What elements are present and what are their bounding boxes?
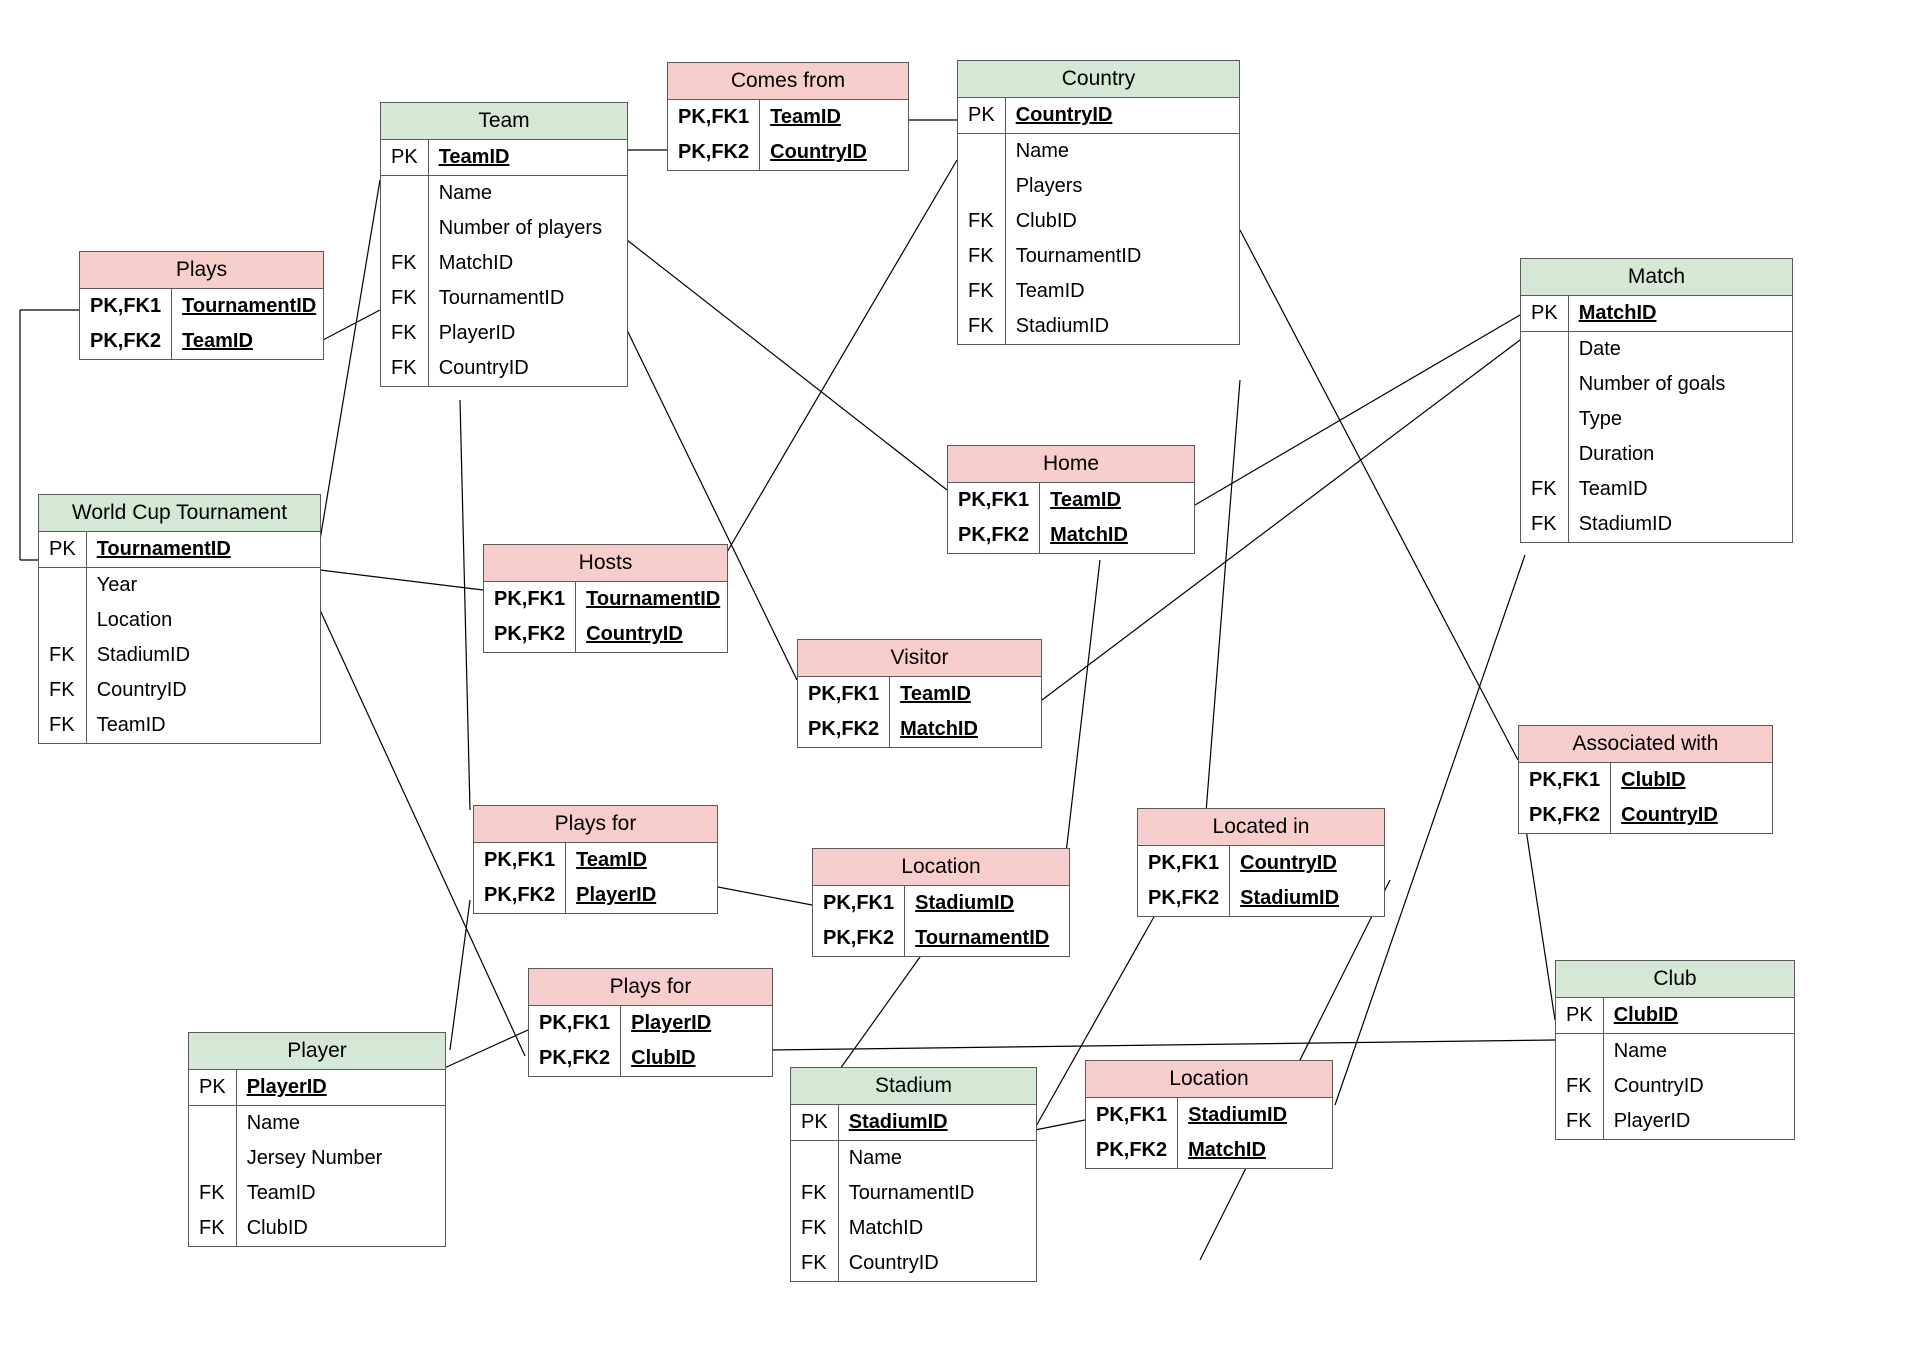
entity-title: Hosts bbox=[484, 545, 727, 582]
entity-title: Associated with bbox=[1519, 726, 1772, 763]
entity-title: Located in bbox=[1138, 809, 1384, 846]
entity-title: Team bbox=[381, 103, 627, 140]
entity-player: Player PKPlayerID Name Jersey Number FKT… bbox=[188, 1032, 446, 1247]
entity-title: Comes from bbox=[668, 63, 908, 100]
entity-hosts: Hosts PK,FK1TournamentID PK,FK2CountryID bbox=[483, 544, 728, 653]
entity-title: Location bbox=[813, 849, 1069, 886]
entity-team: Team PKTeamID Name Number of players FKM… bbox=[380, 102, 628, 387]
entity-title: Plays for bbox=[474, 806, 717, 843]
entity-location-match: Location PK,FK1StadiumID PK,FK2MatchID bbox=[1085, 1060, 1333, 1169]
entity-title: World Cup Tournament bbox=[39, 495, 320, 532]
entity-stadium: Stadium PKStadiumID Name FKTournamentID … bbox=[790, 1067, 1037, 1282]
entity-location-tournament: Location PK,FK1StadiumID PK,FK2Tournamen… bbox=[812, 848, 1070, 957]
entity-title: Location bbox=[1086, 1061, 1332, 1098]
entity-plays-for-club: Plays for PK,FK1PlayerID PK,FK2ClubID bbox=[528, 968, 773, 1077]
entity-title: Match bbox=[1521, 259, 1792, 296]
entity-comes-from: Comes from PK,FK1TeamID PK,FK2CountryID bbox=[667, 62, 909, 171]
entity-title: Home bbox=[948, 446, 1194, 483]
entity-title: Plays for bbox=[529, 969, 772, 1006]
entity-title: Visitor bbox=[798, 640, 1041, 677]
entity-home: Home PK,FK1TeamID PK,FK2MatchID bbox=[947, 445, 1195, 554]
entity-club: Club PKClubID Name FKCountryID FKPlayerI… bbox=[1555, 960, 1795, 1140]
entity-associated-with: Associated with PK,FK1ClubID PK,FK2Count… bbox=[1518, 725, 1773, 834]
entity-title: Club bbox=[1556, 961, 1794, 998]
entity-match: Match PKMatchID Date Number of goals Typ… bbox=[1520, 258, 1793, 543]
entity-visitor: Visitor PK,FK1TeamID PK,FK2MatchID bbox=[797, 639, 1042, 748]
entity-plays: Plays PK,FK1TournamentID PK,FK2TeamID bbox=[79, 251, 324, 360]
entity-title: Country bbox=[958, 61, 1239, 98]
entity-title: Player bbox=[189, 1033, 445, 1070]
entity-plays-for-team: Plays for PK,FK1TeamID PK,FK2PlayerID bbox=[473, 805, 718, 914]
entity-located-in: Located in PK,FK1CountryID PK,FK2Stadium… bbox=[1137, 808, 1385, 917]
entity-title: Stadium bbox=[791, 1068, 1036, 1105]
entity-country: Country PKCountryID Name Players FKClubI… bbox=[957, 60, 1240, 345]
entity-title: Plays bbox=[80, 252, 323, 289]
entity-world-cup-tournament: World Cup Tournament PKTournamentID Year… bbox=[38, 494, 321, 744]
